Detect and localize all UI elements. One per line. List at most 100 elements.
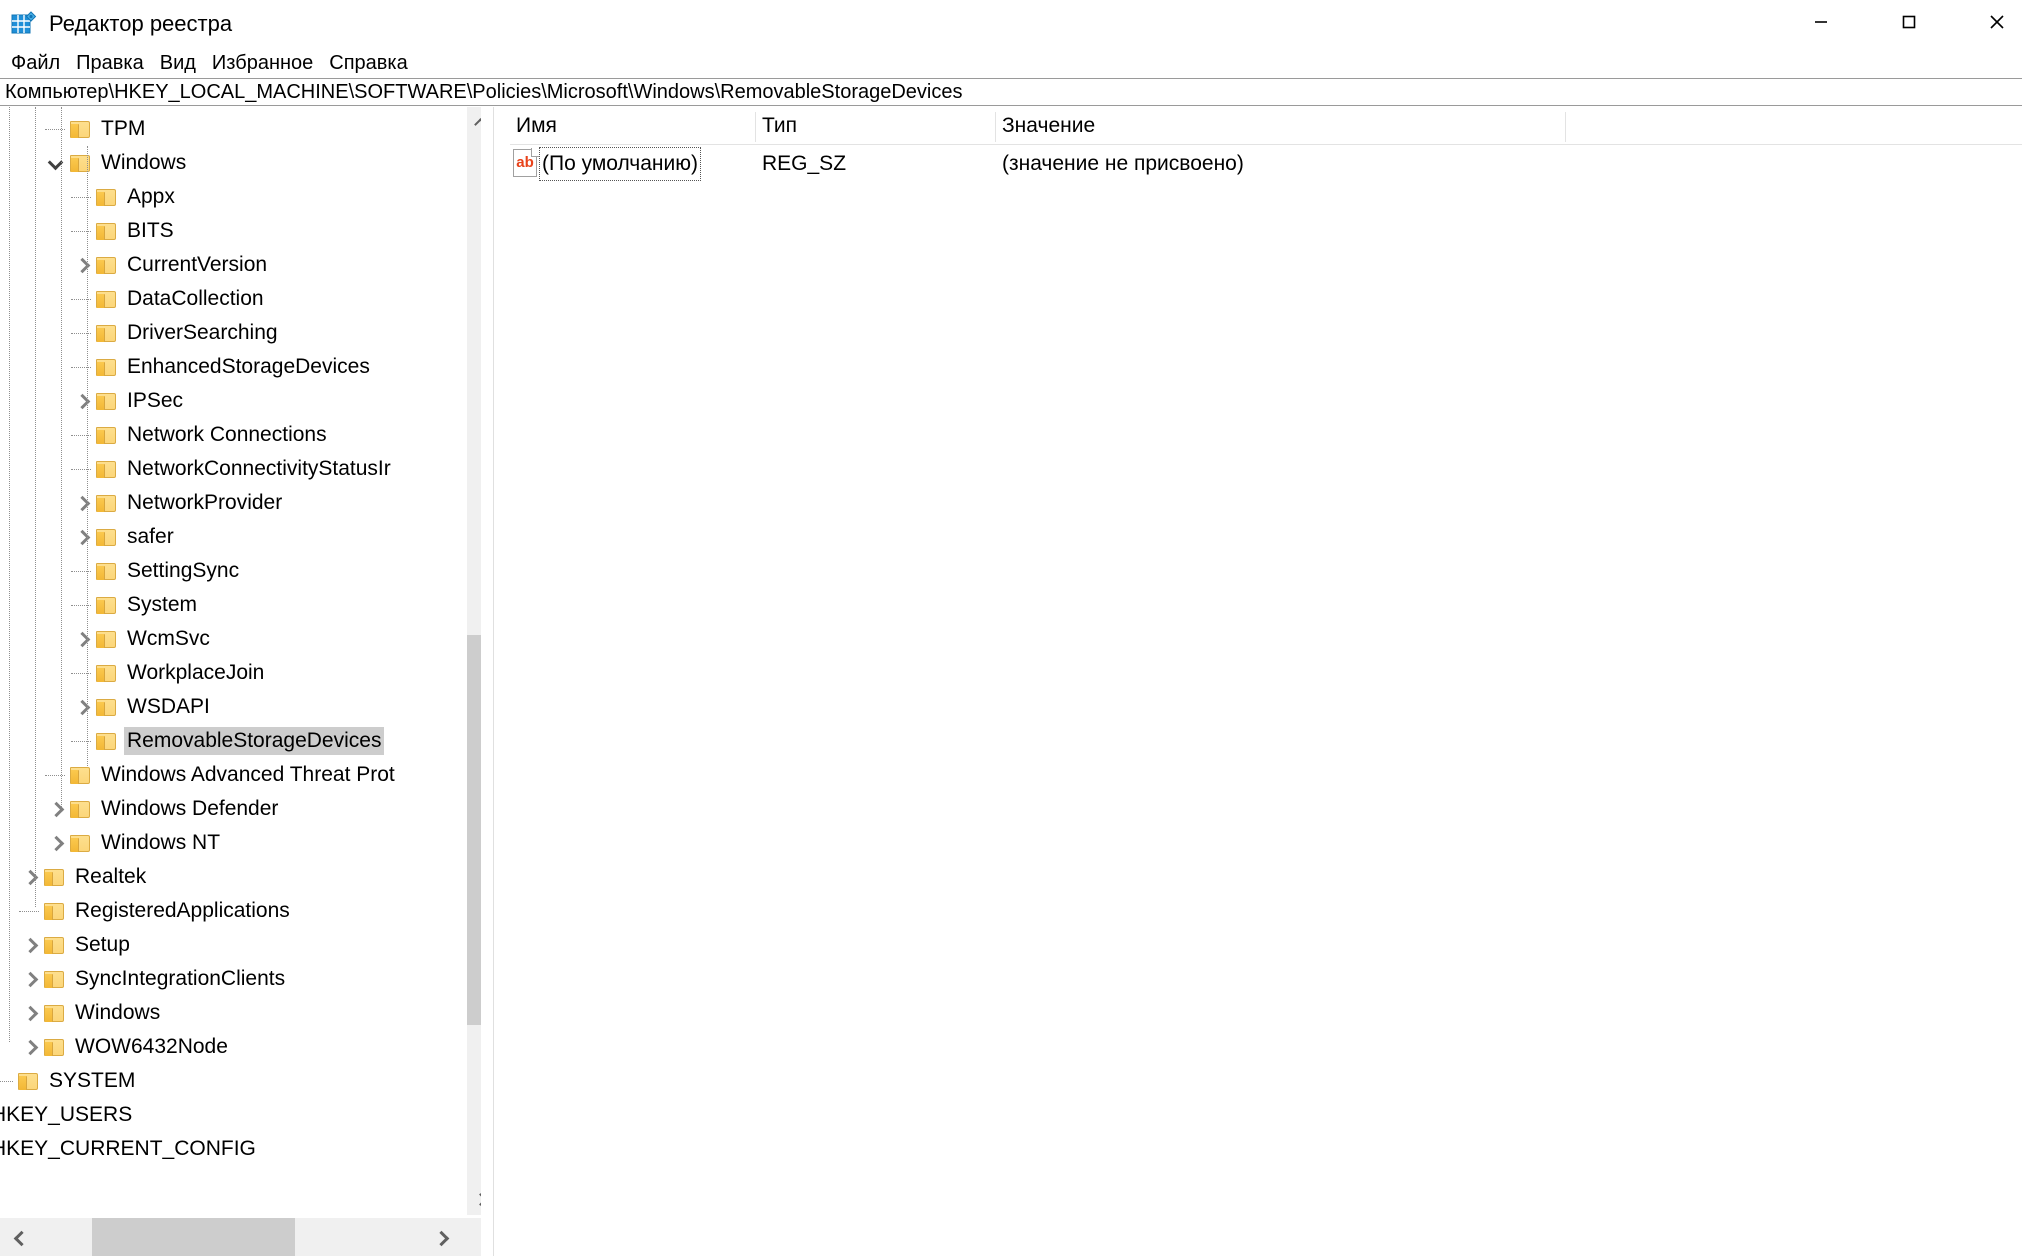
menu-item-help[interactable]: Справка	[321, 49, 415, 77]
folder-icon	[96, 698, 118, 717]
tree-elbow-line	[71, 605, 91, 606]
tree-item[interactable]: DriverSearching	[0, 316, 455, 350]
tree-item-selected[interactable]: RemovableStorageDevices	[0, 724, 455, 758]
chevron-right-icon[interactable]	[70, 248, 92, 282]
scroll-up-button[interactable]	[467, 107, 481, 137]
chevron-up-icon	[475, 117, 481, 128]
value-row[interactable]: ab (По умолчанию) REG_SZ (значение не присв…	[510, 145, 2022, 183]
tree-item[interactable]: Network Connections	[0, 418, 455, 452]
tree-item[interactable]: WorkplaceJoin	[0, 656, 455, 690]
tree-item[interactable]: Windows Advanced Threat Prot	[0, 758, 455, 792]
chevron-right-icon[interactable]	[18, 860, 40, 894]
address-bar[interactable]: Компьютер\HKEY_LOCAL_MACHINE\SOFTWARE\Po…	[0, 78, 2022, 106]
tree-guide-line-1	[35, 107, 36, 907]
tree-item[interactable]: NetworkConnectivityStatusIr	[0, 452, 455, 486]
tree-item-label: WOW6432Node	[75, 1035, 228, 1058]
values-list[interactable]: ab (По умолчанию) REG_SZ (значение не присв…	[510, 145, 2022, 1256]
tree-item[interactable]: TPM	[0, 112, 455, 146]
chevron-down-icon[interactable]	[44, 146, 66, 180]
tree-item[interactable]: SettingSync	[0, 554, 455, 588]
tree-horizontal-scrollbar[interactable]	[0, 1218, 481, 1256]
minimize-button[interactable]	[1790, 0, 1852, 44]
title-bar: Редактор реестра	[0, 0, 2022, 48]
tree-item[interactable]: Windows Defender	[0, 792, 455, 826]
tree-item[interactable]: Windows	[0, 996, 455, 1030]
vertical-scroll-thumb[interactable]	[467, 635, 481, 1025]
tree-item[interactable]: Appx	[0, 180, 455, 214]
scroll-left-button[interactable]	[0, 1218, 38, 1256]
scroll-down-button[interactable]	[467, 1185, 481, 1215]
tree-elbow-line	[45, 129, 65, 130]
tree-item-label: HKEY_USERS	[0, 1103, 133, 1126]
tree-item[interactable]: System	[0, 588, 455, 622]
main-content: TPM Windows Appx BITS CurrentVersion DataColl…	[0, 107, 2022, 1256]
tree-item[interactable]: NetworkProvider	[0, 486, 455, 520]
chevron-right-icon[interactable]	[18, 928, 40, 962]
tree-item-label: SettingSync	[127, 559, 240, 582]
column-divider-3[interactable]	[1565, 112, 1566, 142]
tree-elbow-line	[71, 299, 91, 300]
tree-elbow-line	[71, 571, 91, 572]
tree-item-label: CurrentVersion	[127, 253, 268, 276]
tree-item-label: Windows Advanced Threat Prot	[101, 763, 395, 786]
column-header-type[interactable]: Тип	[756, 107, 995, 145]
pane-splitter[interactable]	[493, 107, 509, 1256]
tree-vertical-scrollbar[interactable]	[466, 107, 481, 1215]
tree-item[interactable]: BITS	[0, 214, 455, 248]
folder-icon	[96, 528, 118, 547]
column-header-name[interactable]: Имя	[510, 107, 755, 145]
chevron-right-icon[interactable]	[44, 792, 66, 826]
tree-item[interactable]: DataCollection	[0, 282, 455, 316]
maximize-button[interactable]	[1878, 0, 1940, 44]
tree-item-label: Appx	[127, 185, 175, 208]
tree-item[interactable]: SyncIntegrationClients	[0, 962, 455, 996]
column-header-value[interactable]: Значение	[996, 107, 1565, 145]
horizontal-scroll-thumb[interactable]	[92, 1218, 295, 1256]
tree-item[interactable]: SYSTEM	[0, 1064, 455, 1098]
twisty-glyph	[75, 395, 88, 408]
tree-item[interactable]: IPSec	[0, 384, 455, 418]
registry-tree[interactable]: TPM Windows Appx BITS CurrentVersion DataColl…	[0, 107, 455, 1215]
folder-icon	[96, 392, 118, 411]
chevron-right-icon[interactable]	[70, 622, 92, 656]
chevron-right-icon[interactable]	[18, 996, 40, 1030]
tree-item[interactable]: WOW6432Node	[0, 1030, 455, 1064]
tree-elbow-line	[45, 775, 65, 776]
tree-item[interactable]: Windows	[0, 146, 455, 180]
tree-item[interactable]: Setup	[0, 928, 455, 962]
twisty-glyph	[23, 973, 36, 986]
folder-icon	[18, 1072, 40, 1091]
twisty-glyph	[49, 157, 62, 170]
tree-item[interactable]: safer	[0, 520, 455, 554]
chevron-right-icon[interactable]	[70, 520, 92, 554]
tree-item[interactable]: WcmSvc	[0, 622, 455, 656]
tree-elbow-line	[71, 231, 91, 232]
tree-item[interactable]: HKEY_CURRENT_CONFIG	[0, 1132, 455, 1166]
menu-item-file[interactable]: Файл	[3, 49, 68, 77]
tree-item[interactable]: HKEY_USERS	[0, 1098, 455, 1132]
tree-item[interactable]: Windows NT	[0, 826, 455, 860]
folder-icon	[70, 834, 92, 853]
chevron-right-icon[interactable]	[44, 826, 66, 860]
chevron-right-icon[interactable]	[70, 690, 92, 724]
scroll-right-button[interactable]	[422, 1218, 460, 1256]
chevron-right-icon[interactable]	[18, 962, 40, 996]
chevron-right-icon[interactable]	[70, 486, 92, 520]
menu-item-favorites[interactable]: Избранное	[204, 49, 321, 77]
chevron-right-icon[interactable]	[70, 384, 92, 418]
tree-item[interactable]: Realtek	[0, 860, 455, 894]
tree-item-label: DriverSearching	[127, 321, 278, 344]
close-button[interactable]	[1966, 0, 2022, 44]
menu-item-view[interactable]: Вид	[152, 49, 204, 77]
folder-icon	[96, 222, 118, 241]
registry-path: Компьютер\HKEY_LOCAL_MACHINE\SOFTWARE\Po…	[5, 81, 963, 103]
chevron-right-icon[interactable]	[18, 1030, 40, 1064]
tree-item-label: SyncIntegrationClients	[75, 967, 286, 990]
tree-item[interactable]: WSDAPI	[0, 690, 455, 724]
menu-item-edit[interactable]: Правка	[68, 49, 152, 77]
tree-item[interactable]: CurrentVersion	[0, 248, 455, 282]
tree-item[interactable]: EnhancedStorageDevices	[0, 350, 455, 384]
tree-item[interactable]: RegisteredApplications	[0, 894, 455, 928]
chevron-down-icon	[475, 1195, 481, 1206]
value-type: REG_SZ	[762, 152, 847, 175]
